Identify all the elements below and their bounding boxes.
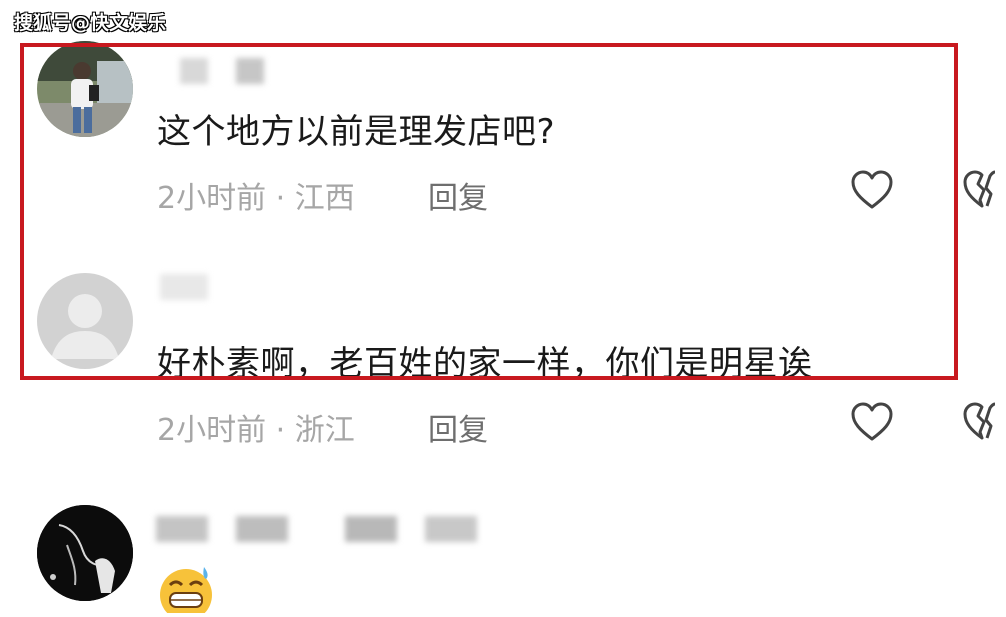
username-blurred (160, 274, 208, 300)
username-blurred (236, 58, 264, 84)
comment-location: 江西 (294, 181, 355, 216)
watermark: 搜狐号@快文娱乐 (14, 12, 167, 34)
heart-outline-icon[interactable] (850, 170, 894, 214)
broken-heart-icon[interactable] (962, 402, 1006, 446)
comment-text: 这个地方以前是理发店吧? (157, 112, 556, 152)
comment-meta: 2小时前 · 浙江 (157, 405, 355, 449)
username-blurred (345, 516, 397, 542)
meta-separator: · (266, 413, 295, 448)
broken-heart-icon[interactable] (962, 170, 1006, 214)
comment-location: 浙江 (294, 413, 355, 448)
meta-separator: · (266, 181, 295, 216)
reply-button[interactable]: 回复 (428, 405, 488, 449)
username-blurred (425, 516, 477, 542)
username-blurred (180, 58, 208, 84)
grinning-sweat-emoji (158, 565, 214, 617)
avatar-default[interactable] (37, 273, 133, 369)
username-blurred (236, 516, 288, 542)
comment-time: 2小时前 (157, 413, 267, 448)
avatar-user-1[interactable] (37, 41, 133, 137)
heart-outline-icon[interactable] (850, 402, 894, 446)
reply-button[interactable]: 回复 (428, 173, 488, 217)
avatar-user-3[interactable] (37, 505, 133, 601)
comment-time: 2小时前 (157, 181, 267, 216)
comment-meta: 2小时前 · 江西 (157, 173, 355, 217)
comment-text: 好朴素啊，老百姓的家一样，你们是明星诶 (157, 344, 813, 384)
username-blurred (156, 516, 208, 542)
